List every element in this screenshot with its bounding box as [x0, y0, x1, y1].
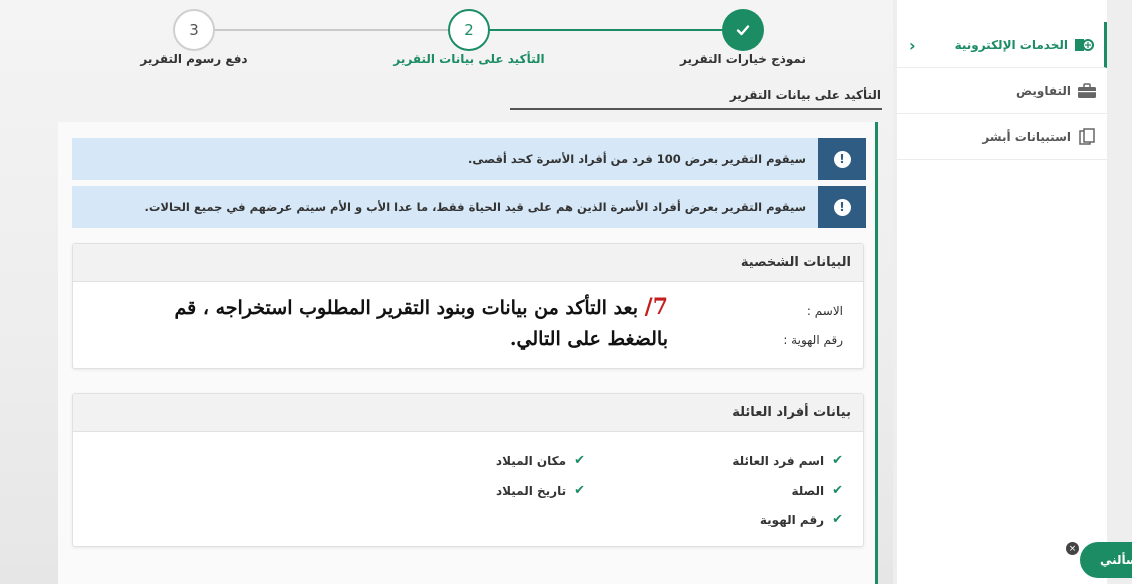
alert-text: سيقوم التقرير بعرض 100 فرد من أفراد الأس…	[468, 152, 806, 166]
sidebar: الخدمات الإلكترونية ‹ التفاويض استبيانات…	[897, 0, 1107, 584]
family-item-birthdate: ✔ تاريخ الميلاد	[496, 483, 585, 498]
instruction-text: بعد التأكد من بيانات وبنود التقرير المطل…	[174, 297, 669, 350]
id-field: رقم الهوية :	[783, 333, 843, 347]
exclamation-icon: !	[833, 150, 851, 168]
content-panel: ! سيقوم التقرير بعرض 100 فرد من أفراد ال…	[58, 122, 878, 584]
chevron-left-icon[interactable]: ‹	[909, 36, 916, 55]
check-icon: ✔	[574, 453, 585, 468]
check-icon	[736, 25, 750, 36]
id-label: رقم الهوية :	[783, 333, 843, 347]
alert-text: سيقوم التقرير بعرض أفراد الأسرة الذين هم…	[144, 200, 807, 214]
exclamation-icon: !	[833, 198, 851, 216]
alert-living-members: ! سيقوم التقرير بعرض أفراد الأسرة الذين …	[72, 186, 866, 228]
family-item-birthplace: ✔ مكان الميلاد	[495, 453, 585, 468]
section-title: التأكيد على بيانات التقرير	[729, 88, 881, 102]
step-2-circle: 2	[448, 9, 490, 51]
check-icon: ✔	[574, 483, 585, 498]
step-connector-complete	[490, 29, 722, 31]
personal-data-title: البيانات الشخصية	[73, 244, 863, 282]
main-content: 3 2 دفع رسوم التقرير التأكيد على بيانات …	[0, 0, 893, 584]
family-item-id: ✔ رقم الهوية	[759, 512, 843, 527]
alert-max-members: ! سيقوم التقرير بعرض 100 فرد من أفراد ال…	[72, 138, 866, 180]
step-1-label: نموذج خيارات التقرير	[680, 52, 806, 66]
chat-assistant-button[interactable]: سألني	[1080, 542, 1132, 578]
survey-icon	[1077, 127, 1097, 146]
step-3-circle: 3	[173, 9, 215, 51]
family-item-relation: ✔ الصلة	[791, 483, 843, 498]
check-icon: ✔	[832, 512, 843, 527]
name-field: الاسم :	[807, 304, 843, 318]
section-underline	[510, 108, 882, 110]
sidebar-item-label: الخدمات الإلكترونية	[954, 37, 1068, 52]
step-1-circle	[722, 9, 764, 51]
close-icon[interactable]: ×	[1066, 542, 1079, 555]
family-item-name: ✔ اسم فرد العائلة	[732, 453, 843, 468]
sidebar-item-label: استبيانات أبشر	[982, 129, 1071, 144]
family-data-title: بيانات أفراد العائلة	[73, 394, 863, 432]
step-connector-pending	[214, 29, 448, 31]
digital-services-icon	[1074, 36, 1094, 54]
personal-data-card: البيانات الشخصية الاسم : رقم الهوية : 7/…	[72, 243, 864, 369]
sidebar-item-surveys[interactable]: استبيانات أبشر	[897, 114, 1107, 160]
tutorial-instruction: 7/ بعد التأكد من بيانات وبنود التقرير ال…	[168, 292, 669, 355]
name-label: الاسم :	[806, 304, 843, 318]
family-data-card: بيانات أفراد العائلة ✔ اسم فرد العائلة ✔…	[72, 393, 864, 547]
check-icon: ✔	[832, 483, 843, 498]
step-2-label: التأكيد على بيانات التقرير	[393, 52, 545, 66]
step-3-label: دفع رسوم التقرير	[140, 52, 248, 66]
alert-icon-box: !	[818, 138, 866, 180]
progress-stepper: 3 2 دفع رسوم التقرير التأكيد على بيانات …	[0, 0, 893, 80]
alert-icon-box: !	[818, 186, 866, 228]
sidebar-item-digital-services[interactable]: الخدمات الإلكترونية ‹	[897, 22, 1107, 68]
sidebar-item-label: التفاويض	[1016, 83, 1071, 98]
check-icon: ✔	[832, 453, 843, 468]
instruction-number: 7/	[644, 294, 668, 320]
briefcase-icon	[1077, 82, 1097, 100]
sidebar-item-delegations[interactable]: التفاويض	[897, 68, 1107, 114]
